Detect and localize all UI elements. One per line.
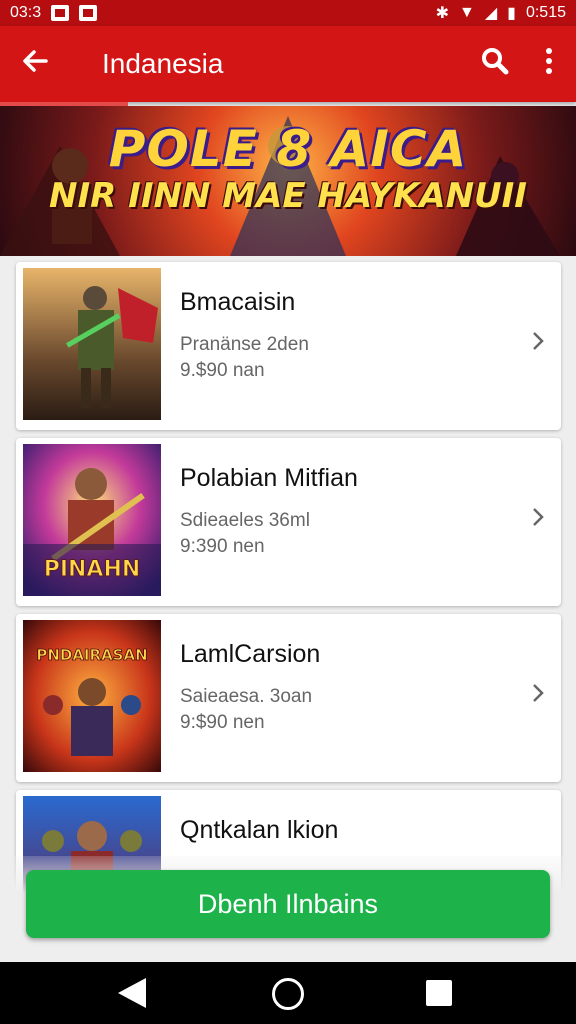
status-battery: 0:515 xyxy=(525,4,566,21)
nav-back-icon[interactable] xyxy=(118,978,146,1008)
more-options-button[interactable] xyxy=(522,47,576,82)
game-thumbnail: PINAHN xyxy=(23,444,161,596)
page-title: Indanesia xyxy=(102,48,224,79)
thumbnail-label: PNDAIRASAN xyxy=(36,646,147,664)
list-item[interactable]: Bmacaisin Pranänse 2den 9.$90 nan xyxy=(16,262,561,430)
bluetooth-icon: ✱ xyxy=(435,5,449,22)
chevron-right-icon xyxy=(531,680,545,711)
message-notification-icon xyxy=(79,5,98,21)
game-name: Bmacaisin xyxy=(180,288,296,316)
primary-action-button[interactable]: Dbenh Ilnbains xyxy=(26,870,550,938)
game-name: LamlCarsion xyxy=(180,640,321,668)
nav-home-icon[interactable] xyxy=(272,978,304,1010)
nav-recents-icon[interactable] xyxy=(426,980,452,1006)
arrow-left-icon xyxy=(22,47,48,80)
list-item[interactable]: PNDAIRASAN LamlCarsion Saieaesa. 3oan 9:… xyxy=(16,614,561,782)
game-size: 9.$90 nan xyxy=(180,360,265,381)
thumbnail-label: PINAHN xyxy=(44,557,141,582)
search-button[interactable] xyxy=(468,47,522,82)
back-button[interactable] xyxy=(0,47,70,81)
chevron-right-icon xyxy=(531,328,545,359)
game-thumbnail xyxy=(23,268,161,420)
game-subtitle: Sdieaeles 36ml xyxy=(180,510,310,531)
game-subtitle: Pranänse 2den xyxy=(180,334,309,355)
app-bar: Indanesia xyxy=(0,26,576,102)
game-name: Polabian Mitfian xyxy=(180,464,358,492)
game-size: 9:$90 nen xyxy=(180,712,265,733)
game-name: Qntkalan lkion xyxy=(180,816,339,844)
list-item[interactable]: PINAHN Polabian Mitfian Sdieaeles 36ml 9… xyxy=(16,438,561,606)
game-subtitle: Saieaesa. 3oan xyxy=(180,686,313,707)
wifi-icon: ▼ xyxy=(458,4,475,21)
game-thumbnail: PNDAIRASAN xyxy=(23,620,161,772)
status-bar: 03:3 ✱ ▼ ◢ ▮ 0:515 xyxy=(0,0,576,26)
system-nav-bar xyxy=(0,962,576,1024)
search-icon xyxy=(481,47,509,81)
gallery-notification-icon xyxy=(51,5,70,21)
hero-banner[interactable]: POLE 8 AICA NIR IINN MAE HAYKANUII xyxy=(0,106,576,256)
banner-title: POLE 8 AICA xyxy=(108,120,468,178)
banner-subtitle: NIR IINN MAE HAYKANUII xyxy=(49,176,527,216)
more-vert-icon xyxy=(545,47,553,81)
signal-icon: ◢ xyxy=(484,5,498,22)
game-size: 9:390 nen xyxy=(180,536,265,557)
chevron-right-icon xyxy=(531,504,545,535)
status-time: 03:3 xyxy=(10,4,42,21)
battery-icon: ▮ xyxy=(507,5,516,22)
